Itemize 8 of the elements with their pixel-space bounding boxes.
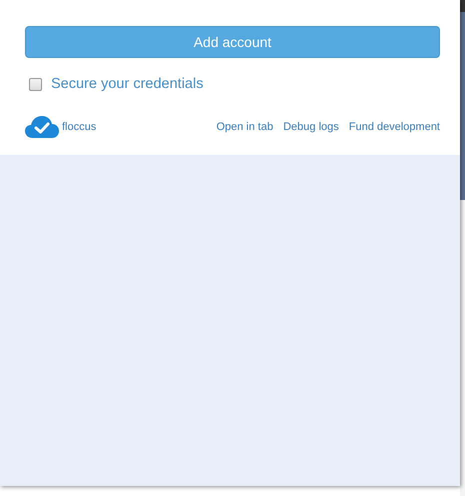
- cloud-check-icon: [25, 115, 59, 138]
- checkbox[interactable]: [29, 78, 42, 90]
- footer-link[interactable]: Fund development: [348, 120, 440, 132]
- checkbox-label[interactable]: Secure your credentials: [51, 76, 204, 92]
- add-account-button[interactable]: Add account: [25, 26, 440, 58]
- brand-name: floccus: [62, 120, 96, 132]
- footer-link[interactable]: Open in tab: [216, 120, 274, 132]
- footer-link[interactable]: Debug logs: [283, 120, 339, 132]
